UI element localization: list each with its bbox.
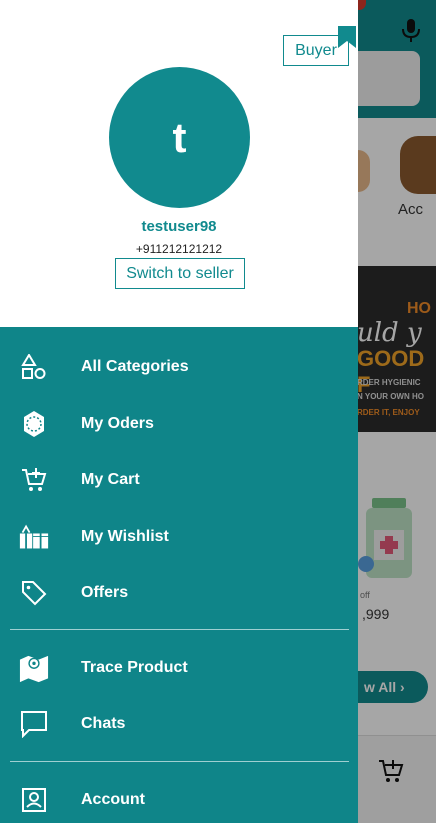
switch-to-seller-button[interactable]: Switch to seller [115,258,245,289]
menu-item-label: My Oders [81,415,154,432]
account-icon [19,785,49,815]
menu-item-trace-product[interactable]: Trace Product [0,642,358,694]
orders-badge-icon [19,409,49,439]
menu-item-label: My Wishlist [81,528,169,545]
menu-divider [10,629,349,630]
menu-item-label: All Categories [81,358,189,375]
phone-number: +911212121212 [135,242,223,256]
drawer-menu: All Categories My Oders My Cart My Wishl… [0,327,358,823]
menu-item-label: Offers [81,584,129,601]
menu-item-chats[interactable]: Chats [0,698,358,750]
map-icon [19,653,49,683]
menu-item-offers[interactable]: Offers [0,567,358,619]
gift-icon [19,522,49,552]
menu-item-my-wishlist[interactable]: My Wishlist [0,511,358,563]
drawer-header: Buyer t testuser98 +911212121212 Switch … [0,0,358,327]
menu-item-my-orders[interactable]: My Oders [0,398,358,450]
menu-item-my-cart[interactable]: My Cart [0,454,358,506]
menu-item-all-categories[interactable]: All Categories [0,341,358,393]
menu-item-label: Trace Product [81,659,188,676]
tag-icon [19,578,49,608]
cart-add-icon [19,465,49,495]
bookmark-icon [338,26,356,48]
avatar[interactable]: t [109,67,250,208]
shapes-icon [19,352,49,382]
menu-item-label: Account [81,791,145,808]
navigation-drawer: Buyer t testuser98 +911212121212 Switch … [0,0,358,823]
menu-divider [10,761,349,762]
menu-item-label: Chats [81,715,126,732]
chat-icon [19,709,49,739]
username: testuser98 [141,218,217,235]
menu-item-account[interactable]: Account [0,774,358,823]
menu-item-label: My Cart [81,471,140,488]
